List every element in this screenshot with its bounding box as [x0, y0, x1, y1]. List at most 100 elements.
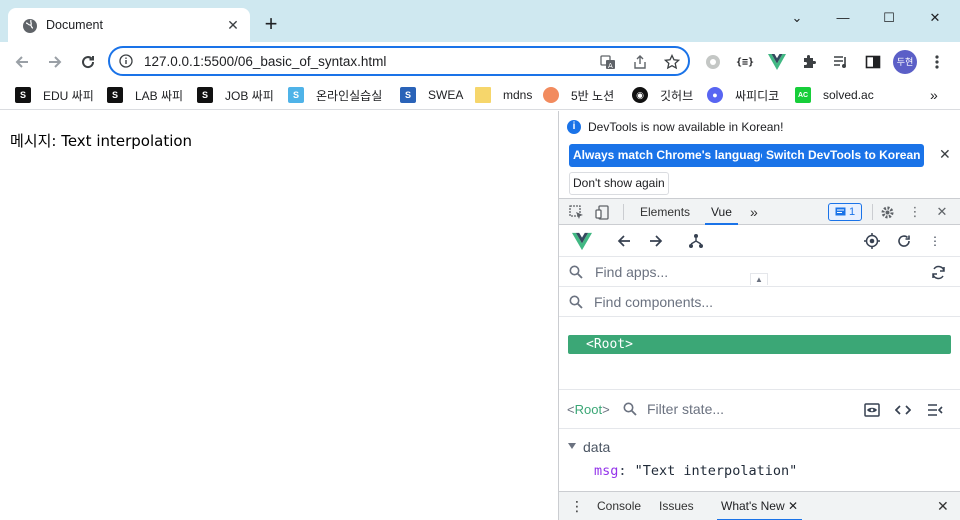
code-view-icon[interactable] — [893, 400, 913, 420]
drawer-tab-whats-new[interactable]: What's New ✕ — [717, 492, 803, 520]
find-components-row[interactable]: Find components... — [559, 287, 960, 317]
tab-separator — [623, 204, 624, 220]
find-components-input[interactable]: Find components... — [594, 294, 713, 310]
state-inspector-bar: <Root> Filter state... — [559, 389, 960, 429]
bookmark-notion[interactable]: 5반 노션 — [543, 85, 614, 105]
bookmark-edu-ssafy[interactable]: S EDU 싸피 — [15, 85, 94, 105]
tab-elements[interactable]: Elements — [640, 199, 690, 225]
component-tree-root[interactable]: <Root> — [568, 335, 951, 354]
reload-button[interactable] — [75, 49, 101, 75]
close-tab-icon[interactable]: ✕ — [788, 499, 798, 513]
select-component-target-icon[interactable] — [862, 231, 882, 251]
bookmark-label: EDU 싸피 — [43, 88, 94, 103]
peach-icon — [543, 87, 559, 103]
media-queue-icon[interactable] — [830, 51, 852, 73]
bookmark-lab-ssafy[interactable]: S LAB 싸피 — [107, 85, 183, 105]
browser-toolbar: 127.0.0.1:5500/06_basic_of_syntax.html A… — [0, 42, 960, 80]
drawer-menu-icon[interactable]: ⋮ — [570, 492, 584, 520]
data-property-row[interactable]: msg: "Text interpolation" — [594, 463, 797, 479]
tab-vue[interactable]: Vue — [705, 199, 738, 225]
ssafy-icon: S — [288, 87, 304, 103]
bookmark-solvedac[interactable]: AC solved.ac — [795, 85, 874, 105]
component-tree-icon[interactable] — [686, 231, 706, 251]
vue-devtools-extension-icon[interactable] — [766, 51, 788, 73]
info-icon: i — [567, 120, 581, 134]
infobar-close-icon[interactable]: ✕ — [939, 146, 951, 163]
share-icon[interactable] — [630, 52, 650, 72]
extensions-puzzle-icon[interactable] — [798, 51, 820, 73]
bookmark-mdns[interactable]: mdns — [475, 85, 532, 105]
vue-more-menu-icon[interactable]: ⋮ — [925, 231, 945, 251]
collapse-chevron-icon[interactable]: ▲ — [750, 273, 768, 285]
inspect-element-icon[interactable] — [567, 203, 585, 221]
ssafy-icon: S — [107, 87, 123, 103]
close-drawer-icon[interactable]: ✕ — [937, 492, 949, 520]
vue-logo-icon[interactable] — [572, 231, 592, 251]
close-devtools-icon[interactable]: ✕ — [933, 203, 951, 221]
settings-gear-icon[interactable] — [878, 203, 896, 221]
always-match-language-button[interactable]: Always match Chrome's language — [569, 144, 772, 167]
profile-avatar[interactable]: 두현 — [893, 50, 917, 74]
scroll-to-component-icon[interactable] — [862, 400, 882, 420]
tab-search-icon[interactable]: ⌄ — [774, 4, 820, 32]
close-window-button[interactable]: ✕ — [912, 4, 958, 32]
forward-arrow-icon[interactable] — [646, 231, 666, 251]
drawer-tab-console[interactable]: Console — [597, 492, 641, 520]
more-tabs-icon[interactable]: » — [750, 199, 758, 225]
new-tab-button[interactable]: + — [260, 13, 282, 36]
maximize-button[interactable]: ☐ — [866, 4, 912, 32]
bookmark-discord[interactable]: ● 싸피디코 — [707, 85, 779, 105]
bookmark-star-icon[interactable] — [662, 52, 682, 72]
address-bar[interactable]: 127.0.0.1:5500/06_basic_of_syntax.html A — [108, 46, 690, 76]
devtools-menu-icon[interactable]: ⋮ — [906, 203, 924, 221]
filter-state-input[interactable]: Filter state... — [647, 401, 724, 417]
bookmark-online-lab[interactable]: S 온라인실습실 — [288, 85, 382, 105]
bookmark-label: 깃허브 — [660, 88, 694, 103]
url-text[interactable]: 127.0.0.1:5500/06_basic_of_syntax.html — [144, 54, 386, 69]
solvedac-icon: AC — [795, 87, 811, 103]
switch-to-korean-button[interactable]: Switch DevTools to Korean — [762, 144, 925, 167]
side-panel-icon[interactable] — [862, 51, 884, 73]
device-toolbar-icon[interactable] — [593, 203, 611, 221]
bookmarks-overflow-icon[interactable]: » — [930, 85, 938, 105]
devtools-panel: i DevTools is now available in Korean! A… — [558, 111, 960, 520]
swea-icon: S — [400, 87, 416, 103]
json-extension-icon[interactable]: {≡} — [734, 51, 756, 73]
back-arrow-icon[interactable] — [614, 231, 634, 251]
bookmark-label: 싸피디코 — [735, 88, 780, 103]
chrome-menu-icon[interactable] — [926, 51, 948, 73]
bookmarks-bar: S EDU 싸피 S LAB 싸피 S JOB 싸피 S 온라인실습실 S SW… — [0, 80, 960, 110]
devtools-language-infobar: i DevTools is now available in Korean! A… — [559, 111, 960, 199]
minimize-button[interactable]: — — [820, 4, 866, 32]
tab-close-icon[interactable]: ✕ — [224, 16, 242, 34]
refresh-icon[interactable] — [894, 231, 914, 251]
page-viewport: 메시지: Text interpolation — [0, 111, 558, 520]
browser-tab[interactable]: Document ✕ — [8, 8, 250, 42]
bookmark-swea[interactable]: S SWEA — [400, 85, 463, 105]
data-value: "Text interpolation" — [634, 463, 798, 479]
extension-gray-icon[interactable] — [702, 51, 724, 73]
translate-icon[interactable]: A — [598, 52, 618, 72]
bookmark-label: SWEA — [428, 88, 464, 102]
issues-badge[interactable]: 1 — [828, 203, 862, 221]
expand-caret-icon[interactable] — [568, 443, 576, 449]
toggle-inspector-icon[interactable] — [925, 400, 945, 420]
data-section-label[interactable]: data — [583, 439, 610, 455]
reload-icon — [82, 56, 95, 69]
ssafy-icon: S — [197, 87, 213, 103]
tab-strip: Document ✕ + ⌄ — ☐ ✕ — [0, 0, 960, 42]
state-data-section: data msg: "Text interpolation" — [559, 429, 960, 491]
back-button[interactable] — [9, 49, 35, 75]
search-icon — [623, 402, 637, 416]
forward-button[interactable] — [42, 49, 68, 75]
site-info-icon[interactable] — [119, 54, 133, 68]
svg-text:A: A — [608, 62, 613, 70]
sync-icon[interactable] — [929, 263, 947, 281]
find-apps-input[interactable]: Find apps... — [595, 264, 668, 280]
bookmark-github[interactable]: ◉ 깃허브 — [632, 85, 693, 105]
bookmark-job-ssafy[interactable]: S JOB 싸피 — [197, 85, 274, 105]
dont-show-again-button[interactable]: Don't show again — [569, 172, 669, 195]
find-apps-row[interactable]: Find apps... ▲ — [559, 257, 960, 287]
drawer-tab-issues[interactable]: Issues — [659, 492, 694, 520]
bookmark-label: LAB 싸피 — [135, 88, 184, 103]
